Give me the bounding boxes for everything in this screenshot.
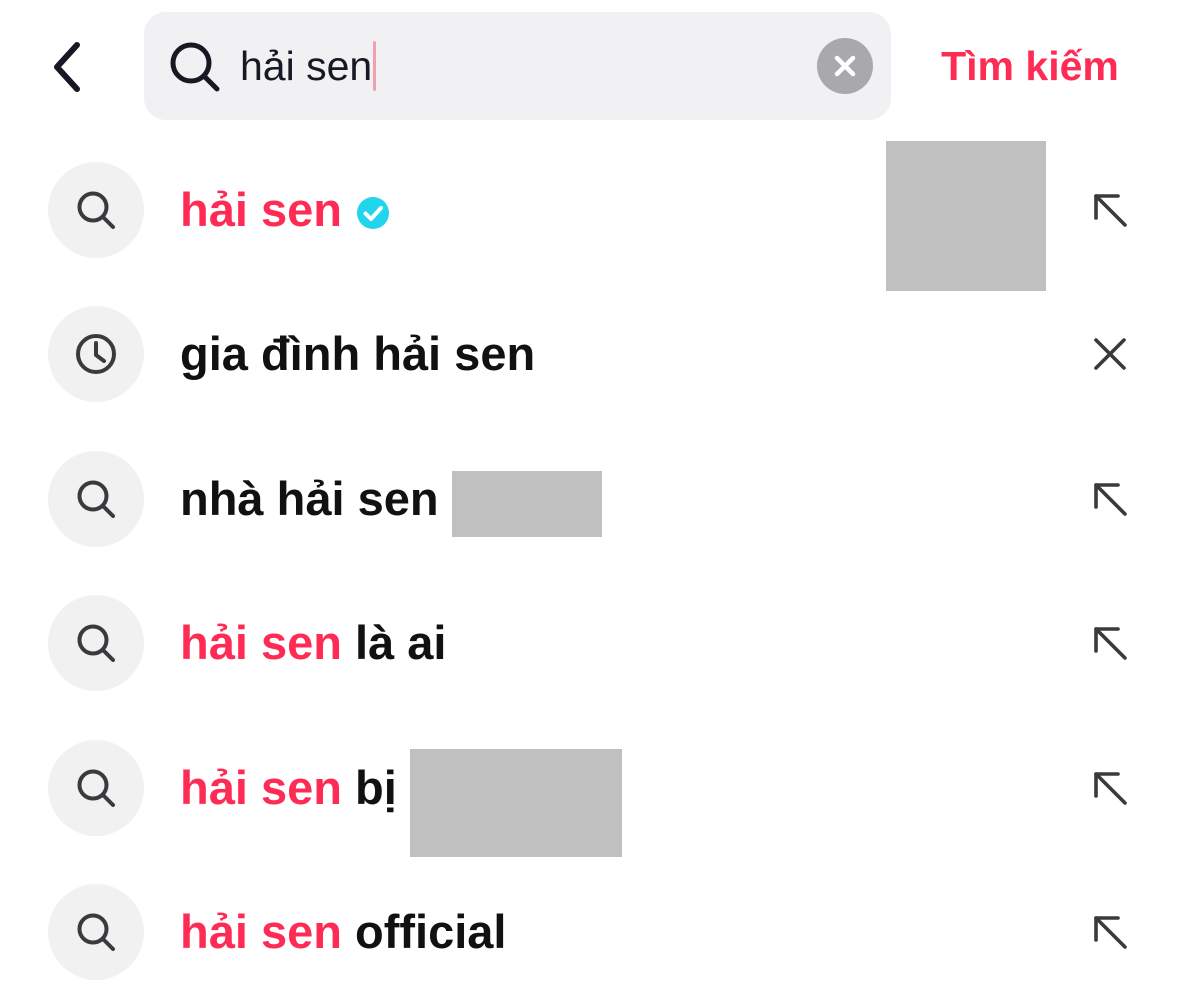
search-icon	[77, 191, 115, 229]
close-icon	[1094, 338, 1126, 371]
history-icon-circle	[48, 306, 144, 403]
fill-search-button[interactable]	[1080, 469, 1140, 529]
search-icon-circle	[48, 595, 144, 692]
suggestion-row[interactable]: nhà hải sen	[0, 439, 1179, 559]
search-icon	[77, 480, 115, 518]
suggestion-highlight: hải sen	[180, 183, 342, 236]
suggestion-label: hải sen là ai	[180, 611, 446, 675]
suggestion-text: nhà hải sen	[180, 471, 452, 525]
clear-circle-icon	[834, 55, 856, 77]
arrow-up-left-icon	[1094, 482, 1127, 516]
redacted-text-block	[451, 470, 602, 537]
account-thumbnail	[886, 141, 1046, 291]
search-field[interactable]: hải sen	[144, 12, 891, 120]
suggestion-row[interactable]: hải sen official	[0, 872, 1179, 992]
arrow-up-left-icon	[1094, 194, 1127, 227]
clock-icon	[76, 334, 116, 375]
suggestion-text: gia đình hải sen	[180, 327, 536, 381]
suggestion-row[interactable]: hải sen bị	[0, 728, 1179, 857]
suggestion-label: hải sen official	[180, 900, 506, 964]
suggestion-label: hải sen	[180, 178, 390, 242]
suggestion-row[interactable]: hải sen là ai	[0, 583, 1179, 703]
search-icon	[77, 624, 115, 663]
verified-badge	[356, 196, 390, 230]
search-icon-circle	[48, 450, 144, 547]
suggestion-label: gia đình hải sen	[180, 322, 535, 386]
search-input[interactable]: hải sen	[240, 36, 377, 96]
suggestion-text: bị	[341, 760, 410, 814]
fill-search-button[interactable]	[1080, 758, 1140, 818]
search-icon	[77, 913, 115, 951]
remove-history-button[interactable]	[1080, 324, 1140, 384]
arrow-up-left-icon	[1094, 627, 1127, 660]
suggestion-text: là ai	[341, 616, 447, 670]
suggestion-label: hải sen bị	[180, 748, 622, 857]
fill-search-button[interactable]	[1080, 902, 1140, 962]
clear-search-button[interactable]	[817, 38, 873, 94]
search-icon	[170, 42, 220, 92]
search-query-text: hải sen	[240, 43, 373, 89]
suggestion-row[interactable]: gia đình hải sen	[0, 294, 1179, 414]
back-button[interactable]	[36, 32, 98, 102]
suggestion-label: nhà hải sen	[180, 467, 602, 537]
verified-check-icon	[356, 197, 389, 229]
suggestion-highlight: hải sen	[180, 616, 342, 670]
fill-search-button[interactable]	[1080, 613, 1140, 673]
search-icon-circle	[48, 162, 144, 258]
search-icon	[77, 769, 115, 807]
arrow-up-left-icon	[1094, 916, 1127, 949]
arrow-up-left-icon	[1094, 771, 1127, 805]
fill-search-button[interactable]	[1080, 180, 1140, 240]
suggestion-text: official	[341, 905, 507, 958]
suggestion-highlight: hải sen	[180, 905, 342, 958]
search-submit-button[interactable]: Tìm kiếm	[912, 36, 1148, 96]
text-caret	[373, 41, 377, 91]
suggestion-highlight: hải sen	[180, 760, 342, 814]
chevron-left-icon	[54, 42, 80, 92]
redacted-text-block	[409, 748, 622, 857]
search-icon-circle	[48, 739, 144, 836]
